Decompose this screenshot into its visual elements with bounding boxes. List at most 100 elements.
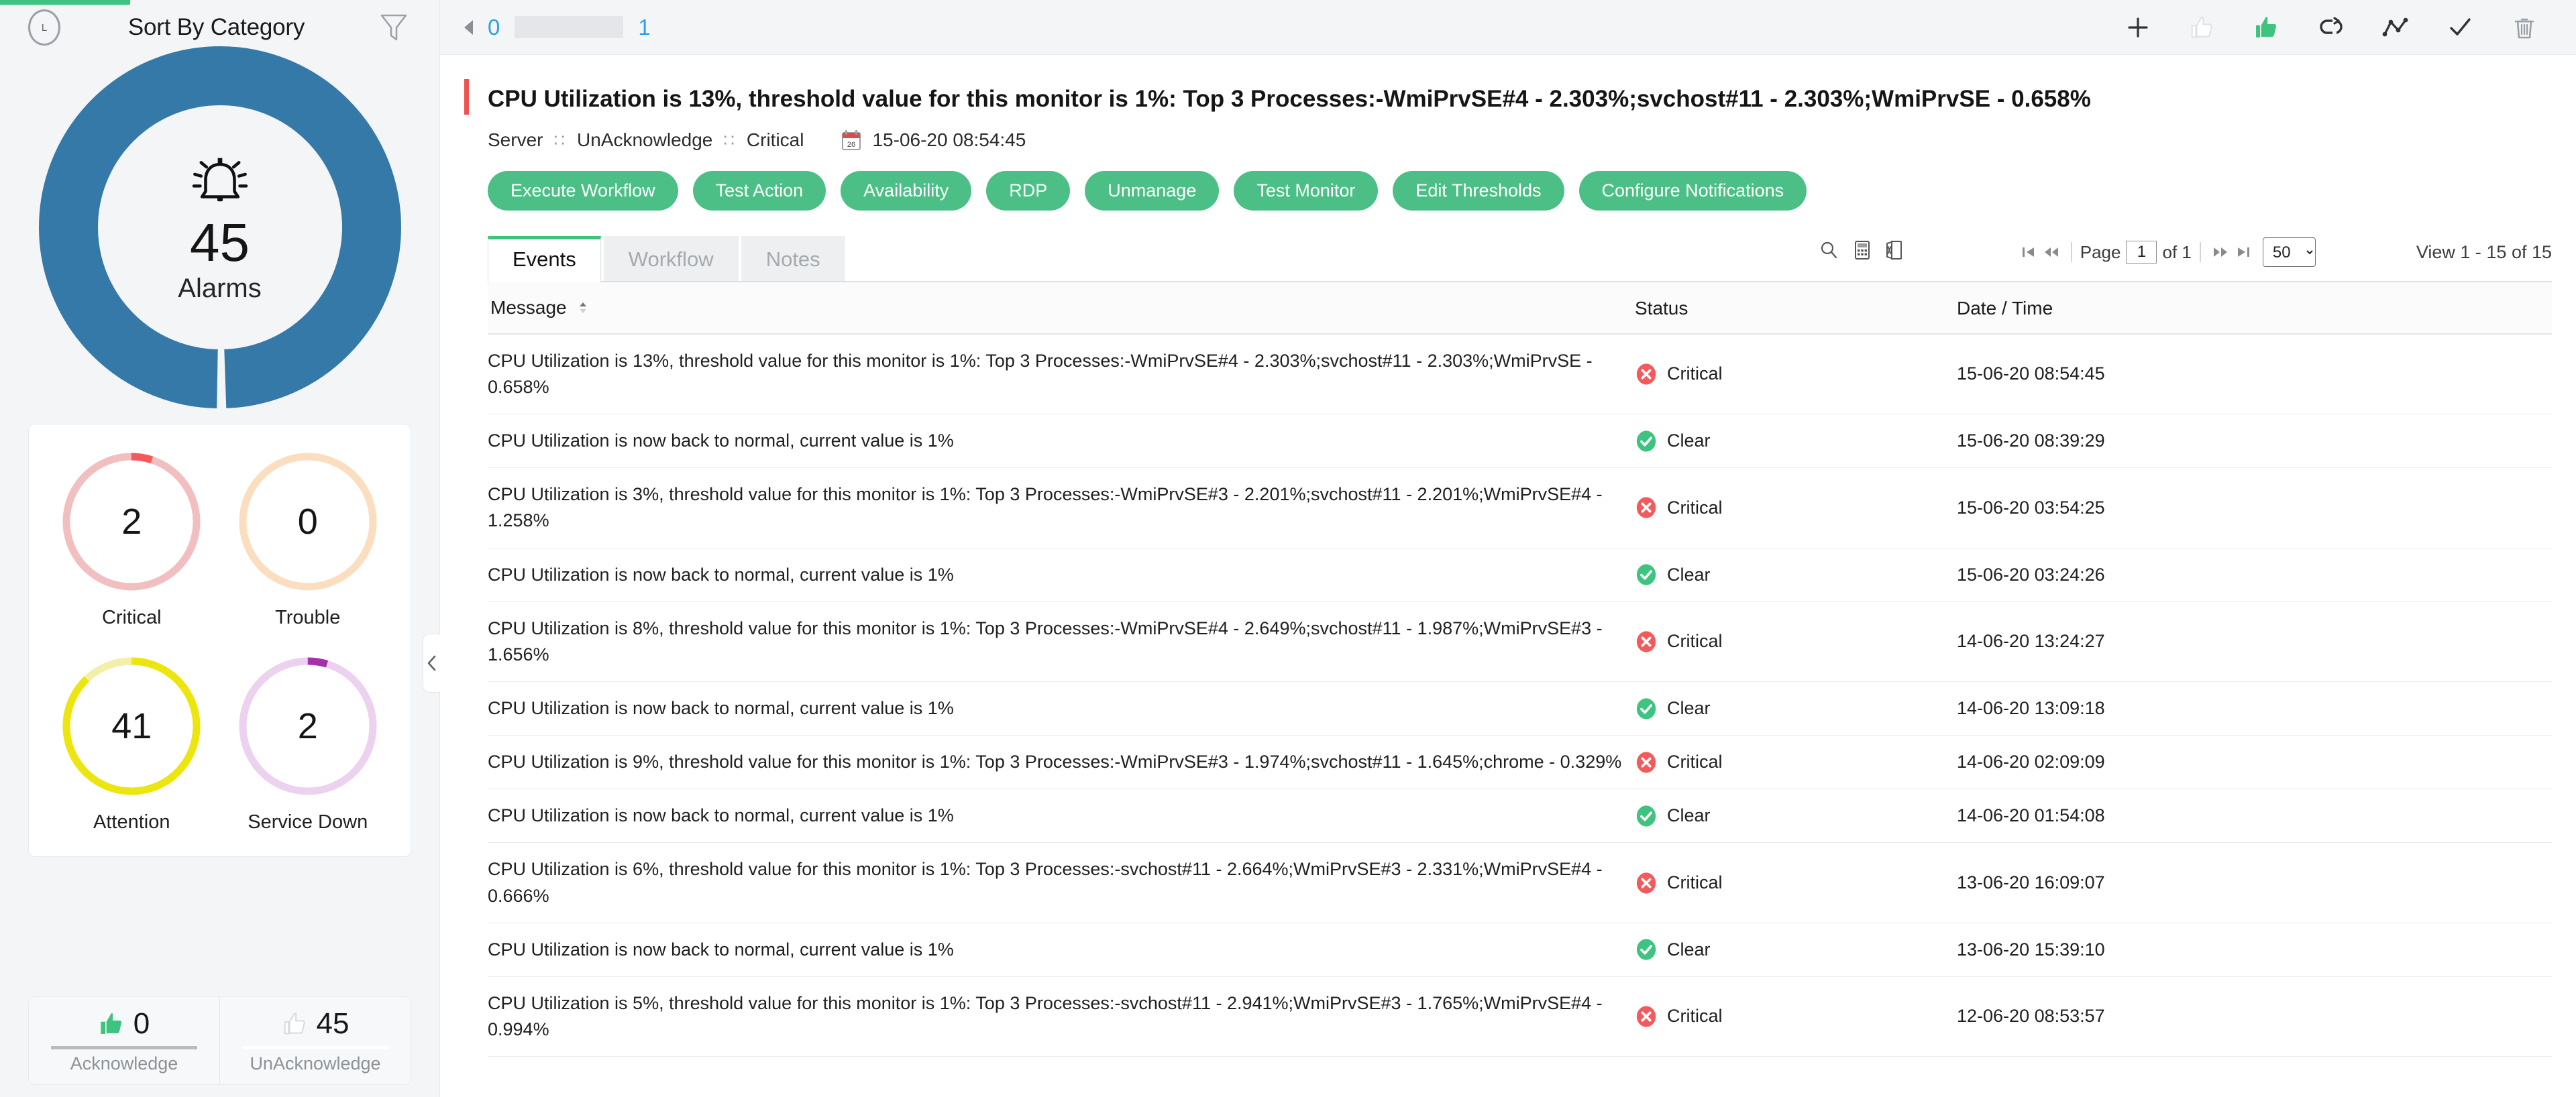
status-label: Critical xyxy=(1667,752,1723,772)
status-label: Clear xyxy=(1667,430,1711,451)
first-page-icon[interactable] xyxy=(2017,242,2040,262)
cell-datetime: 15-06-20 03:54:25 xyxy=(1957,467,2552,548)
resolve-button[interactable] xyxy=(2445,12,2475,43)
table-row[interactable]: CPU Utilization is now back to normal, c… xyxy=(488,923,2552,977)
tab-notes[interactable]: Notes xyxy=(741,236,845,283)
table-row[interactable]: CPU Utilization is 5%, threshold value f… xyxy=(488,976,2552,1057)
events-table: Message Status Date / Time CPU Utilizati… xyxy=(488,282,2552,1057)
link-button[interactable] xyxy=(2316,12,2347,43)
column-header-status[interactable]: Status xyxy=(1635,282,1957,335)
main-content: CPU Utilization is 13%, threshold value … xyxy=(440,55,2576,1097)
table-row[interactable]: CPU Utilization is 8%, threshold value f… xyxy=(488,601,2552,682)
alarms-donut-chart[interactable]: 45 Alarms xyxy=(0,46,439,408)
pager-divider-1 xyxy=(2070,242,2072,263)
test-monitor-button[interactable]: Test Monitor xyxy=(1234,171,1379,211)
cell-datetime: 14-06-20 13:09:18 xyxy=(1957,681,2552,736)
table-row[interactable]: CPU Utilization is now back to normal, c… xyxy=(488,681,2552,736)
tab-workflow[interactable]: Workflow xyxy=(603,236,739,283)
clear-status-icon xyxy=(1636,564,1656,585)
cell-status: Clear xyxy=(1635,681,1957,736)
critical-ring: 2 xyxy=(58,449,205,595)
table-row[interactable]: CPU Utilization is 9%, threshold value f… xyxy=(488,735,2552,790)
cell-status: Critical xyxy=(1635,467,1957,548)
events-table-head: Message Status Date / Time xyxy=(488,282,2552,335)
category-service-down[interactable]: 2 Service Down xyxy=(220,653,396,833)
unacknowledge-tile[interactable]: 45 UnAcknowledge xyxy=(219,997,411,1084)
acknowledge-tile[interactable]: 0 Acknowledge xyxy=(29,997,219,1084)
unacknowledge-count: 45 xyxy=(316,1007,350,1040)
status-label: Critical xyxy=(1667,631,1723,652)
attention-label: Attention xyxy=(93,811,170,833)
status-label: Clear xyxy=(1667,564,1711,585)
configure-notifications-button[interactable]: Configure Notifications xyxy=(1578,171,1807,211)
table-row[interactable]: CPU Utilization is now back to normal, c… xyxy=(488,789,2552,844)
tab-events[interactable]: Events xyxy=(488,236,601,283)
status-label: Critical xyxy=(1667,363,1723,384)
cell-message: CPU Utilization is 9%, threshold value f… xyxy=(488,735,1635,790)
donut-label: Alarms xyxy=(178,273,262,303)
cell-datetime: 14-06-20 02:09:09 xyxy=(1957,735,2552,790)
search-icon[interactable] xyxy=(1819,240,1839,265)
page-input[interactable] xyxy=(2126,241,2157,264)
tabbar: Events Workflow Notes Page 1 of 1 50 Vie… xyxy=(488,236,2552,283)
record-index: 0 xyxy=(488,14,500,40)
table-row[interactable]: CPU Utilization is now back to normal, c… xyxy=(488,548,2552,602)
table-row[interactable]: CPU Utilization is 13%, threshold value … xyxy=(488,333,2552,415)
excel-export-icon[interactable] xyxy=(1886,240,1903,265)
redacted-monitor-name xyxy=(515,16,624,38)
cell-datetime: 13-06-20 15:39:10 xyxy=(1957,923,2552,977)
previous-page-icon[interactable] xyxy=(2040,242,2063,262)
table-row[interactable]: CPU Utilization is 6%, threshold value f… xyxy=(488,842,2552,923)
trouble-label: Trouble xyxy=(275,607,341,628)
category-attention[interactable]: 41 Attention xyxy=(44,653,220,833)
rdp-button[interactable]: RDP xyxy=(986,171,1071,211)
unacknowledge-button[interactable] xyxy=(2187,12,2218,43)
next-page-icon[interactable] xyxy=(2209,242,2232,262)
column-header-message[interactable]: Message xyxy=(488,282,1635,335)
meta-timestamp: 15-06-20 08:54:45 xyxy=(872,129,1026,151)
tabbar-underline xyxy=(488,281,2552,283)
column-header-datetime[interactable]: Date / Time xyxy=(1957,282,2552,335)
alarm-details-page: L Sort By Category 45 Alarms 2 Critical … xyxy=(0,0,2576,1097)
funnel-icon[interactable] xyxy=(379,11,409,44)
status-label: Critical xyxy=(1667,1006,1723,1027)
category-trouble[interactable]: 0 Trouble xyxy=(220,449,396,629)
page-size-select[interactable]: 102550100 xyxy=(2262,237,2316,268)
acknowledge-button[interactable] xyxy=(2251,12,2282,43)
status-label: Clear xyxy=(1667,697,1711,718)
critical-status-icon xyxy=(1636,363,1656,385)
unmanage-button[interactable]: Unmanage xyxy=(1085,171,1220,211)
cell-datetime: 15-06-20 03:24:26 xyxy=(1957,548,2552,602)
cell-status: Critical xyxy=(1635,601,1957,682)
test-action-button[interactable]: Test Action xyxy=(692,171,826,211)
execute-workflow-button[interactable]: Execute Workflow xyxy=(488,171,678,211)
clear-status-icon xyxy=(1636,430,1656,452)
meta-severity: Critical xyxy=(746,129,804,151)
status-label: Clear xyxy=(1667,939,1711,960)
acknowledge-summary: 0 Acknowledge 45 UnAcknowledge xyxy=(28,996,411,1085)
clear-status-icon xyxy=(1636,939,1656,960)
critical-status-icon xyxy=(1636,752,1656,773)
thumbs-up-filled-icon xyxy=(2256,16,2277,38)
caret-left-icon[interactable] xyxy=(464,19,473,35)
sidebar-collapse-handle[interactable] xyxy=(423,634,440,693)
pager-divider-2 xyxy=(2199,242,2201,263)
category-critical[interactable]: 2 Critical xyxy=(44,449,220,629)
last-page-icon[interactable] xyxy=(2232,242,2255,262)
edit-thresholds-button[interactable]: Edit Thresholds xyxy=(1393,171,1564,211)
chart-button[interactable] xyxy=(2380,12,2411,43)
cell-datetime: 14-06-20 01:54:08 xyxy=(1957,789,2552,844)
acknowledge-underline xyxy=(51,1046,197,1049)
cell-datetime: 13-06-20 16:09:07 xyxy=(1957,842,2552,923)
report-icon[interactable] xyxy=(1854,240,1871,265)
page-total: of 1 xyxy=(2162,241,2192,262)
availability-button[interactable]: Availability xyxy=(841,171,972,211)
add-button[interactable] xyxy=(2123,12,2153,43)
cell-message: CPU Utilization is now back to normal, c… xyxy=(488,548,1635,602)
table-row[interactable]: CPU Utilization is 3%, threshold value f… xyxy=(488,467,2552,548)
trouble-ring: 0 xyxy=(235,449,381,595)
check-icon xyxy=(2450,17,2471,36)
delete-button[interactable] xyxy=(2509,12,2540,43)
category-card: 2 Critical 0 Trouble 41 Attention 2 Serv… xyxy=(28,424,411,857)
table-row[interactable]: CPU Utilization is now back to normal, c… xyxy=(488,414,2552,469)
